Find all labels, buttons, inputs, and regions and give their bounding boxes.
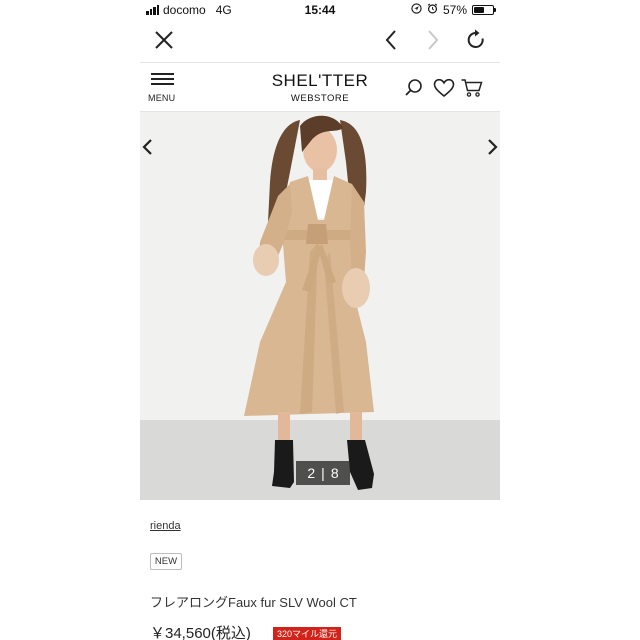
forward-chevron-icon[interactable] xyxy=(420,28,444,52)
brand-link[interactable]: rienda xyxy=(150,520,181,532)
battery-percent: 57% xyxy=(442,3,467,17)
close-icon[interactable] xyxy=(152,28,176,52)
battery-fill xyxy=(474,7,485,13)
product-image-gallery[interactable]: 2 | 8 xyxy=(140,112,500,500)
hamburger-icon xyxy=(151,73,174,88)
browser-toolbar xyxy=(140,22,500,58)
gallery-next-icon[interactable] xyxy=(484,136,500,158)
phone-screen: docomo 4G 15:44 57% MENU SHEL'TTER WEBST… xyxy=(140,0,500,640)
heart-icon[interactable] xyxy=(432,77,456,99)
alarm-icon xyxy=(427,3,438,17)
status-right: 57% xyxy=(411,3,496,17)
logo-sub: WEBSTORE xyxy=(290,93,350,104)
product-photo xyxy=(244,115,374,490)
mile-reward-badge: 320マイル還元 xyxy=(273,627,342,640)
image-counter-total: 8 xyxy=(330,465,339,481)
product-name: フレアロングFaux fur SLV Wool CT xyxy=(150,595,357,610)
battery-icon xyxy=(472,5,496,15)
image-counter-current: 2 xyxy=(307,465,316,481)
product-price: ￥34,560(税込) xyxy=(150,625,251,640)
status-bar: docomo 4G 15:44 57% xyxy=(140,0,500,20)
site-header: MENU SHEL'TTER WEBSTORE xyxy=(140,62,500,112)
logo-main: SHEL'TTER xyxy=(271,71,369,90)
location-icon xyxy=(411,3,422,17)
image-counter: 2 | 8 xyxy=(296,461,350,485)
gallery-prev-icon[interactable] xyxy=(140,136,156,158)
site-logo[interactable]: SHEL'TTER WEBSTORE xyxy=(270,71,370,104)
reload-icon[interactable] xyxy=(464,28,488,52)
back-chevron-icon[interactable] xyxy=(380,28,404,52)
new-badge: NEW xyxy=(150,553,182,570)
image-counter-separator: | xyxy=(321,465,325,481)
menu-button[interactable]: MENU xyxy=(148,69,178,107)
menu-label: MENU xyxy=(148,93,176,103)
cart-icon[interactable] xyxy=(460,77,484,99)
search-icon[interactable] xyxy=(402,77,426,99)
